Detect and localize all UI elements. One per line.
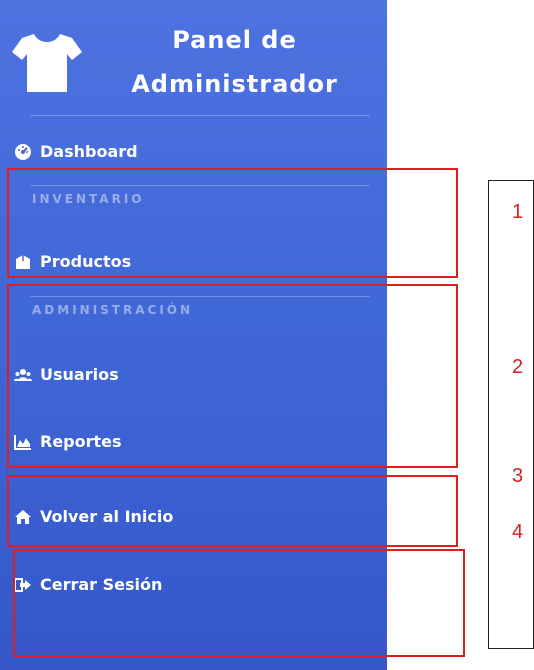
annotation-number-1: 1 xyxy=(512,201,524,223)
tshirt-icon xyxy=(12,26,82,96)
highlight-box-2 xyxy=(7,284,458,468)
highlight-box-1 xyxy=(7,168,458,278)
annotation-number-2: 2 xyxy=(512,356,524,378)
divider xyxy=(30,115,370,116)
dashboard-gauge-icon xyxy=(14,143,32,161)
nav-item-dashboard[interactable]: Dashboard xyxy=(14,142,138,161)
annotation-legend xyxy=(488,180,534,649)
annotation-number-3: 3 xyxy=(512,465,524,487)
brand-title-line2: Administrador xyxy=(131,70,338,98)
brand-title-line1: Panel de xyxy=(172,26,297,54)
sidebar-brand[interactable]: Panel de Administrador xyxy=(12,18,372,108)
highlight-box-3 xyxy=(7,475,458,547)
annotation-number-4: 4 xyxy=(512,521,524,543)
highlight-box-4 xyxy=(13,549,465,657)
brand-title: Panel de Administrador xyxy=(102,18,367,106)
nav-label-dashboard: Dashboard xyxy=(40,142,138,161)
